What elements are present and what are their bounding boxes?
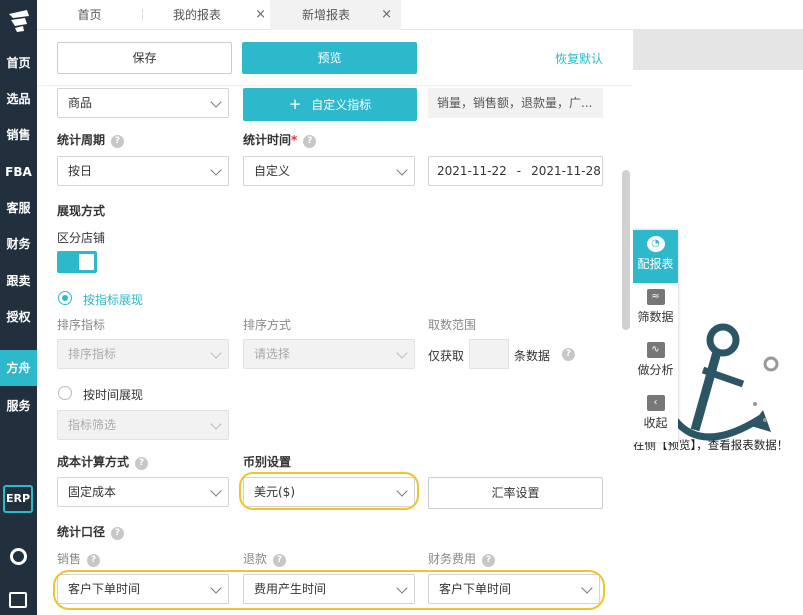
analysis-icon: ∿ <box>646 342 665 358</box>
time-select[interactable]: 自定义 <box>243 156 415 186</box>
help-icon[interactable]: ? <box>303 135 317 148</box>
nav-sales[interactable]: 销售 <box>0 124 37 146</box>
custom-metric-button[interactable]: + 自定义指标 <box>243 88 417 121</box>
chevron-down-icon <box>396 164 408 176</box>
nav-finance[interactable]: 财务 <box>0 233 37 255</box>
split-store-label: 区分店铺 <box>57 231 106 245</box>
chevron-down-icon <box>210 347 222 359</box>
preview-button[interactable]: 预览 <box>242 42 417 74</box>
scrollbar[interactable] <box>622 170 630 330</box>
nav-fba[interactable]: FBA <box>0 161 37 183</box>
sort-method-select[interactable]: 请选择 <box>243 339 415 369</box>
collapse-icon: ‹ <box>646 395 665 411</box>
range-label: 取数范围 <box>428 318 477 332</box>
finance-fee-label: 财务费用? <box>428 550 496 567</box>
nav-customer-service[interactable]: 客服 <box>0 197 37 219</box>
by-metric-label[interactable]: 按指标展现 <box>83 291 143 308</box>
help-icon[interactable]: ? <box>111 527 125 540</box>
left-nav: 首页 选品 销售 FBA 客服 财务 跟卖 授权 方舟 服务 ERP <box>0 0 37 615</box>
report-config-panel: 保存 预览 恢复默认 商品 + 自定义指标 销量，销售额，退款量，广... 统计周… <box>37 30 633 615</box>
stat-label: 统计口径? <box>57 523 125 540</box>
split-store-toggle[interactable] <box>57 251 97 273</box>
gift-icon[interactable] <box>9 592 27 608</box>
filter-data-icon: ≈ <box>646 289 665 305</box>
nav-authorization[interactable]: 授权 <box>0 306 37 328</box>
nav-home[interactable]: 首页 <box>0 52 37 74</box>
product-select[interactable]: 商品 <box>57 88 229 118</box>
nav-follow-sell[interactable]: 跟卖 <box>0 270 37 292</box>
config-report-button[interactable]: ◔ 配报表 <box>633 230 678 283</box>
chevron-down-icon <box>210 96 222 108</box>
by-time-radio[interactable] <box>58 386 72 400</box>
metric-filter-select[interactable]: 指标筛选 <box>57 410 229 440</box>
chevron-down-icon <box>210 164 222 176</box>
by-time-label[interactable]: 按时间展现 <box>83 386 143 403</box>
by-metric-radio[interactable] <box>58 291 72 305</box>
app-logo-icon[interactable] <box>5 8 33 34</box>
tab-divider <box>142 9 143 21</box>
plus-icon: + <box>288 95 302 113</box>
tab-new-report[interactable]: 新增报表 × <box>270 0 401 30</box>
help-icon[interactable]: ? <box>87 554 101 567</box>
collapse-button[interactable]: ‹ 收起 <box>633 389 678 442</box>
filter-data-button[interactable]: ≈ 筛数据 <box>633 283 678 336</box>
help-icon[interactable]: ? <box>562 348 575 361</box>
tab-home[interactable]: 首页 <box>37 0 142 30</box>
display-label: 展现方式 <box>57 204 106 218</box>
period-select[interactable]: 按日 <box>57 156 229 186</box>
help-icon[interactable]: ? <box>482 554 496 567</box>
currency-label: 币别设置 <box>243 455 292 469</box>
reset-default-link[interactable]: 恢复默认 <box>555 50 603 67</box>
take-count-input[interactable] <box>469 339 509 369</box>
help-icon[interactable]: ? <box>135 457 149 470</box>
support-icon[interactable] <box>10 548 27 565</box>
nav-service[interactable]: 服务 <box>0 395 37 417</box>
close-icon[interactable]: × <box>255 0 266 30</box>
sort-metric-select[interactable]: 排序指标 <box>57 339 229 369</box>
metrics-summary[interactable]: 销量，销售额，退款量，广... <box>428 88 603 118</box>
sort-metric-label: 排序指标 <box>57 318 106 332</box>
stat-highlight <box>53 570 605 610</box>
erp-button[interactable]: ERP <box>3 485 33 513</box>
toggle-knob <box>79 254 94 270</box>
period-label: 统计周期? <box>57 131 125 148</box>
close-icon[interactable]: × <box>381 0 392 30</box>
cost-select[interactable]: 固定成本 <box>57 477 229 507</box>
floating-toolbar: ◔ 配报表 ≈ 筛数据 ∿ 做分析 ‹ 收起 <box>633 230 678 442</box>
chevron-down-icon <box>210 418 222 430</box>
help-icon[interactable]: ? <box>111 135 125 148</box>
nav-product-selection[interactable]: 选品 <box>0 88 37 110</box>
chevron-down-icon <box>396 347 408 359</box>
cost-label: 成本计算方式? <box>57 453 149 470</box>
time-label: 统计时间*? <box>243 131 317 148</box>
save-button[interactable]: 保存 <box>57 42 232 74</box>
currency-highlight <box>239 472 419 510</box>
count-suffix: 条数据 <box>514 349 551 363</box>
date-range-input[interactable]: 2021-11-22-2021-11-28 <box>428 156 603 186</box>
only-take-label: 仅获取 <box>428 349 465 363</box>
tab-bar: 首页 我的报表 × 新增报表 × <box>37 0 803 30</box>
exchange-rate-button[interactable]: 汇率设置 <box>428 477 603 509</box>
refund-label: 退款? <box>243 550 287 567</box>
sales-label: 销售? <box>57 550 101 567</box>
nav-ark[interactable]: 方舟 <box>0 350 37 386</box>
help-icon[interactable]: ? <box>273 554 287 567</box>
analysis-button[interactable]: ∿ 做分析 <box>633 336 678 389</box>
sort-method-label: 排序方式 <box>243 318 292 332</box>
pie-chart-icon: ◔ <box>646 236 665 252</box>
chevron-down-icon <box>210 485 222 497</box>
header-divider <box>37 85 633 86</box>
tab-my-reports[interactable]: 我的报表 × <box>149 0 267 30</box>
